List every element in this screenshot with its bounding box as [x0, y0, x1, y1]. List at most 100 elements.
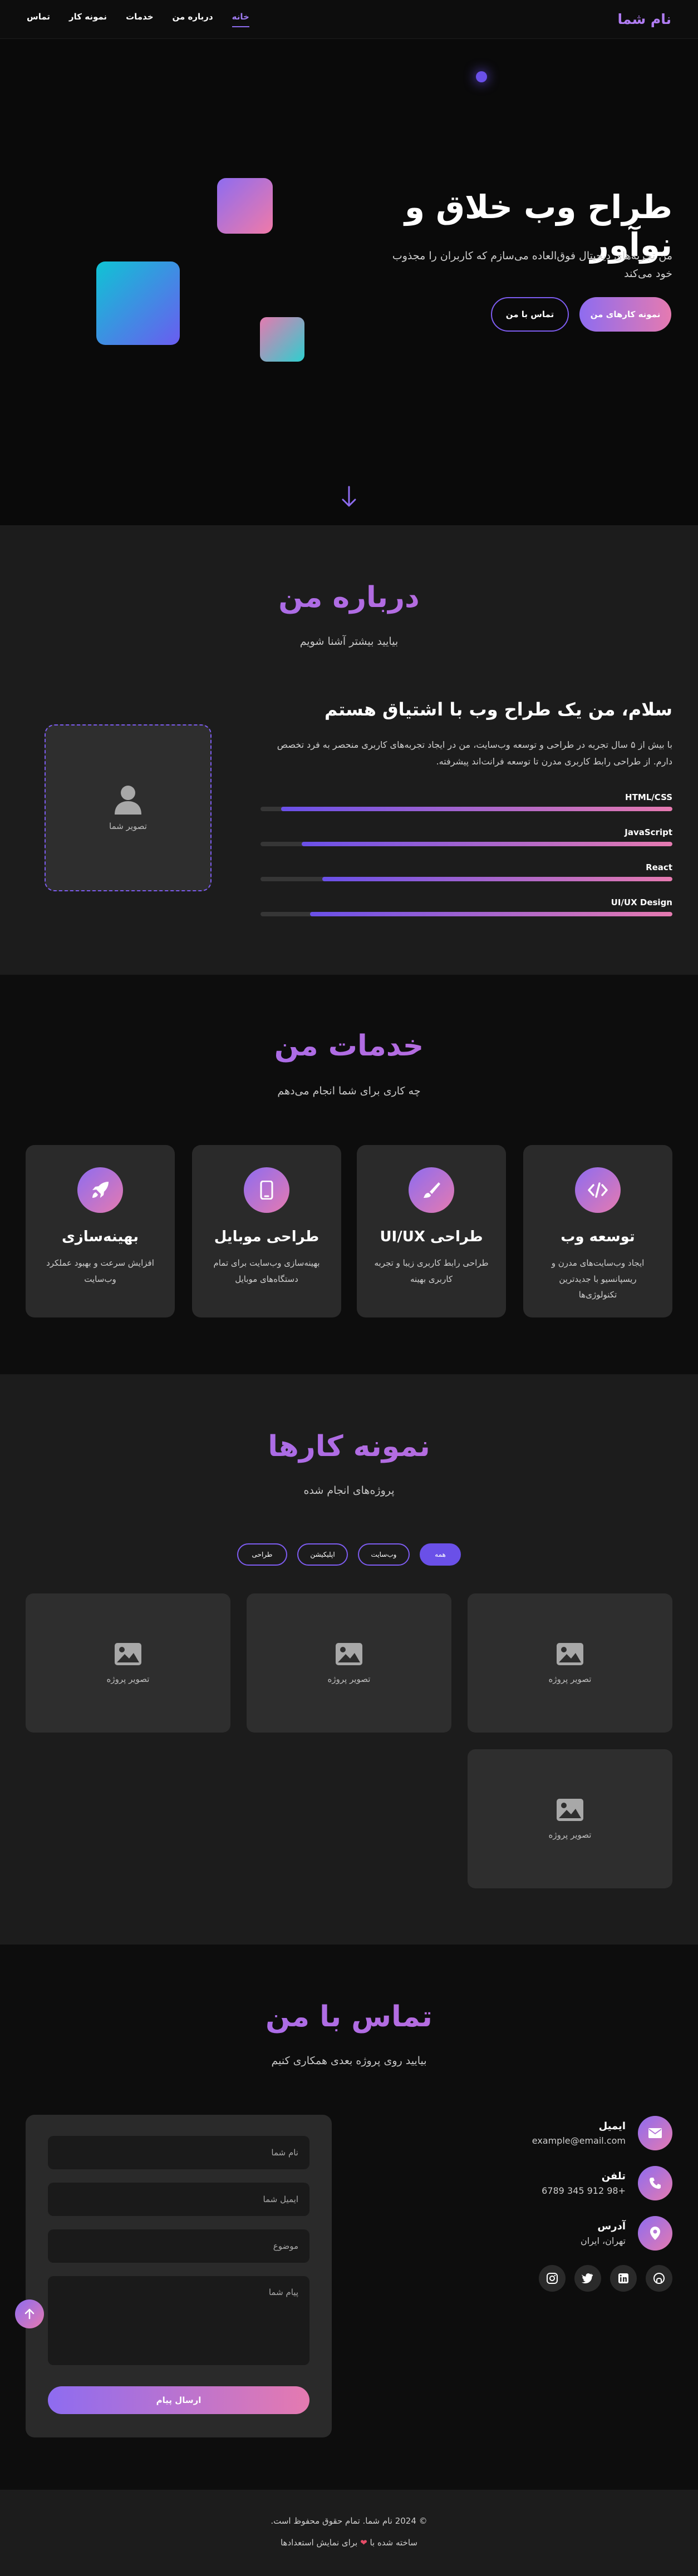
nav-menu: خانه درباره من خدمات نمونه کار تماس: [27, 12, 249, 27]
navbar: نام شما خانه درباره من خدمات نمونه کار ت…: [0, 0, 698, 39]
github-icon[interactable]: [646, 2265, 672, 2292]
skill-bar: [260, 912, 672, 916]
filter-all[interactable]: همه: [420, 1543, 461, 1566]
copyright-text: © 2024 نام شما. تمام حقوق محفوظ است.: [271, 2516, 427, 2526]
back-to-top-button[interactable]: [15, 2299, 44, 2328]
rocket-icon: [77, 1167, 123, 1213]
nav-link-home[interactable]: خانه: [232, 12, 249, 27]
project-label: تصویر پروژه: [548, 1674, 592, 1684]
info-title: تلفن: [601, 2170, 626, 2182]
services-subtitle: چه کاری برای شما انجام می‌دهم: [277, 1085, 421, 1097]
about-title: درباره من: [0, 581, 698, 614]
info-value[interactable]: +98 912 345 6789: [542, 2185, 626, 2196]
scroll-down-icon[interactable]: [340, 486, 358, 508]
twitter-icon[interactable]: [574, 2265, 601, 2292]
service-card-mobile[interactable]: طراحی موبایل بهینه‌سازی وب‌سایت برای تما…: [192, 1145, 341, 1317]
contact-info-phone: تلفن +98 912 345 6789: [461, 2166, 672, 2200]
skill-react: React: [260, 862, 672, 881]
service-description: ایجاد وب‌سایت‌های مدرن و ریسپانسیو با جد…: [551, 1258, 645, 1300]
decorative-square-cyan: [96, 261, 180, 345]
project-card[interactable]: تصویر پروژه: [468, 1593, 672, 1733]
nav-link-portfolio[interactable]: نمونه کار: [69, 12, 107, 27]
phone-icon: [638, 2166, 672, 2200]
skill-html-css: HTML/CSS: [260, 792, 672, 811]
skill-name: JavaScript: [625, 827, 672, 837]
nav-link-about[interactable]: درباره من: [173, 12, 213, 27]
heart-icon: ❤: [360, 2538, 367, 2548]
instagram-icon[interactable]: [539, 2265, 566, 2292]
project-label: تصویر پروژه: [106, 1674, 150, 1684]
contact-section: تماس با من بیایید روی پروژه بعدی همکاری …: [0, 1945, 698, 2490]
made-with-suffix: برای نمایش استعدادها: [280, 2538, 358, 2548]
services-section: خدمات من چه کاری برای شما انجام می‌دهم ت…: [0, 975, 698, 1374]
info-title: آدرس: [597, 2220, 626, 2232]
service-description: بهینه‌سازی وب‌سایت برای تمام دستگاه‌های …: [213, 1258, 320, 1284]
skill-fill: [302, 842, 672, 846]
project-card[interactable]: تصویر پروژه: [247, 1593, 451, 1733]
project-card[interactable]: تصویر پروژه: [468, 1749, 672, 1888]
contact-title: تماس با من: [0, 2000, 698, 2034]
service-card-uiux[interactable]: طراحی UI/UX طراحی رابط کاربری زیبا و تجر…: [357, 1145, 506, 1317]
image-icon: [557, 1643, 583, 1665]
skill-name: React: [646, 862, 672, 872]
about-subtitle: بیایید بیشتر آشنا شویم: [299, 635, 399, 648]
service-card-web-dev[interactable]: توسعه وب ایجاد وب‌سایت‌های مدرن و ریسپان…: [523, 1145, 672, 1317]
skill-name: HTML/CSS: [625, 792, 672, 802]
info-value[interactable]: example@email.com: [532, 2135, 626, 2146]
info-value: تهران، ایران: [580, 2236, 626, 2246]
project-label: تصویر پروژه: [327, 1674, 371, 1684]
service-description: افزایش سرعت و بهبود عملکرد وب‌سایت: [46, 1258, 154, 1284]
send-message-button[interactable]: ارسال پیام: [48, 2386, 309, 2414]
service-title: طراحی UI/UX: [380, 1228, 483, 1245]
skill-bar: [260, 842, 672, 846]
portfolio-title: نمونه کارها: [0, 1430, 698, 1463]
portfolio-section: نمونه کارها پروژه‌های انجام شده همه وب‌س…: [0, 1374, 698, 1945]
filter-design[interactable]: طراحی: [237, 1543, 287, 1566]
nav-link-contact[interactable]: تماس: [27, 12, 50, 27]
contact-me-button[interactable]: تماس با من: [491, 297, 569, 332]
made-with-text: ساخته شده با ❤ برای نمایش استعدادها: [0, 2538, 698, 2548]
about-description: با بیش از ۵ سال تجربه در طراحی و توسعه و…: [277, 739, 672, 767]
subject-input[interactable]: [48, 2229, 309, 2263]
portfolio-subtitle: پروژه‌های انجام شده: [303, 1484, 395, 1497]
project-card[interactable]: تصویر پروژه: [26, 1593, 230, 1733]
skill-uiux: UI/UX Design: [260, 897, 672, 916]
portfolio-button[interactable]: نمونه کارهای من: [579, 297, 671, 332]
service-title: طراحی موبایل: [214, 1228, 319, 1245]
filter-website[interactable]: وب‌سایت: [358, 1543, 410, 1566]
contact-form: ارسال پیام: [26, 2115, 332, 2437]
image-icon: [336, 1643, 362, 1665]
services-title: خدمات من: [0, 1029, 698, 1063]
email-input[interactable]: [48, 2183, 309, 2216]
profile-photo-placeholder: تصویر شما: [45, 724, 212, 891]
name-input[interactable]: [48, 2136, 309, 2169]
contact-subtitle: بیایید روی پروژه بعدی همکاری کنیم: [271, 2055, 427, 2067]
arrow-up-icon: [24, 2308, 35, 2320]
service-description: طراحی رابط کاربری زیبا و تجربه کاربری به…: [374, 1258, 489, 1284]
filter-app[interactable]: اپلیکیشن: [297, 1543, 348, 1566]
service-title: بهینه‌سازی: [61, 1228, 139, 1245]
project-label: تصویر پروژه: [548, 1830, 592, 1840]
info-title: ایمیل: [598, 2120, 626, 2132]
contact-info-email: ایمیل example@email.com: [461, 2116, 672, 2150]
mobile-icon: [244, 1167, 289, 1213]
nav-link-services[interactable]: خدمات: [126, 12, 153, 27]
about-section: درباره من بیایید بیشتر آشنا شویم تصویر ش…: [0, 525, 698, 975]
decorative-square-pink: [217, 178, 273, 234]
envelope-icon: [638, 2116, 672, 2150]
skill-fill: [322, 877, 672, 881]
message-textarea[interactable]: [48, 2276, 309, 2365]
image-icon: [115, 1643, 141, 1665]
image-icon: [557, 1799, 583, 1821]
service-card-optimization[interactable]: بهینه‌سازی افزایش سرعت و بهبود عملکرد وب…: [26, 1145, 175, 1317]
contact-info-address: آدرس تهران، ایران: [461, 2216, 672, 2251]
brand-logo[interactable]: نام شما: [617, 11, 671, 27]
skill-fill: [309, 912, 672, 916]
linkedin-icon[interactable]: [610, 2265, 637, 2292]
skill-name: UI/UX Design: [611, 897, 672, 907]
made-with-prefix: ساخته شده با: [370, 2538, 417, 2548]
user-icon: [115, 786, 141, 815]
code-icon: [575, 1167, 621, 1213]
hero-section: طراح وب خلاق و نوآور من تجربه‌های دیجیتا…: [0, 39, 698, 525]
paint-brush-icon: [409, 1167, 454, 1213]
